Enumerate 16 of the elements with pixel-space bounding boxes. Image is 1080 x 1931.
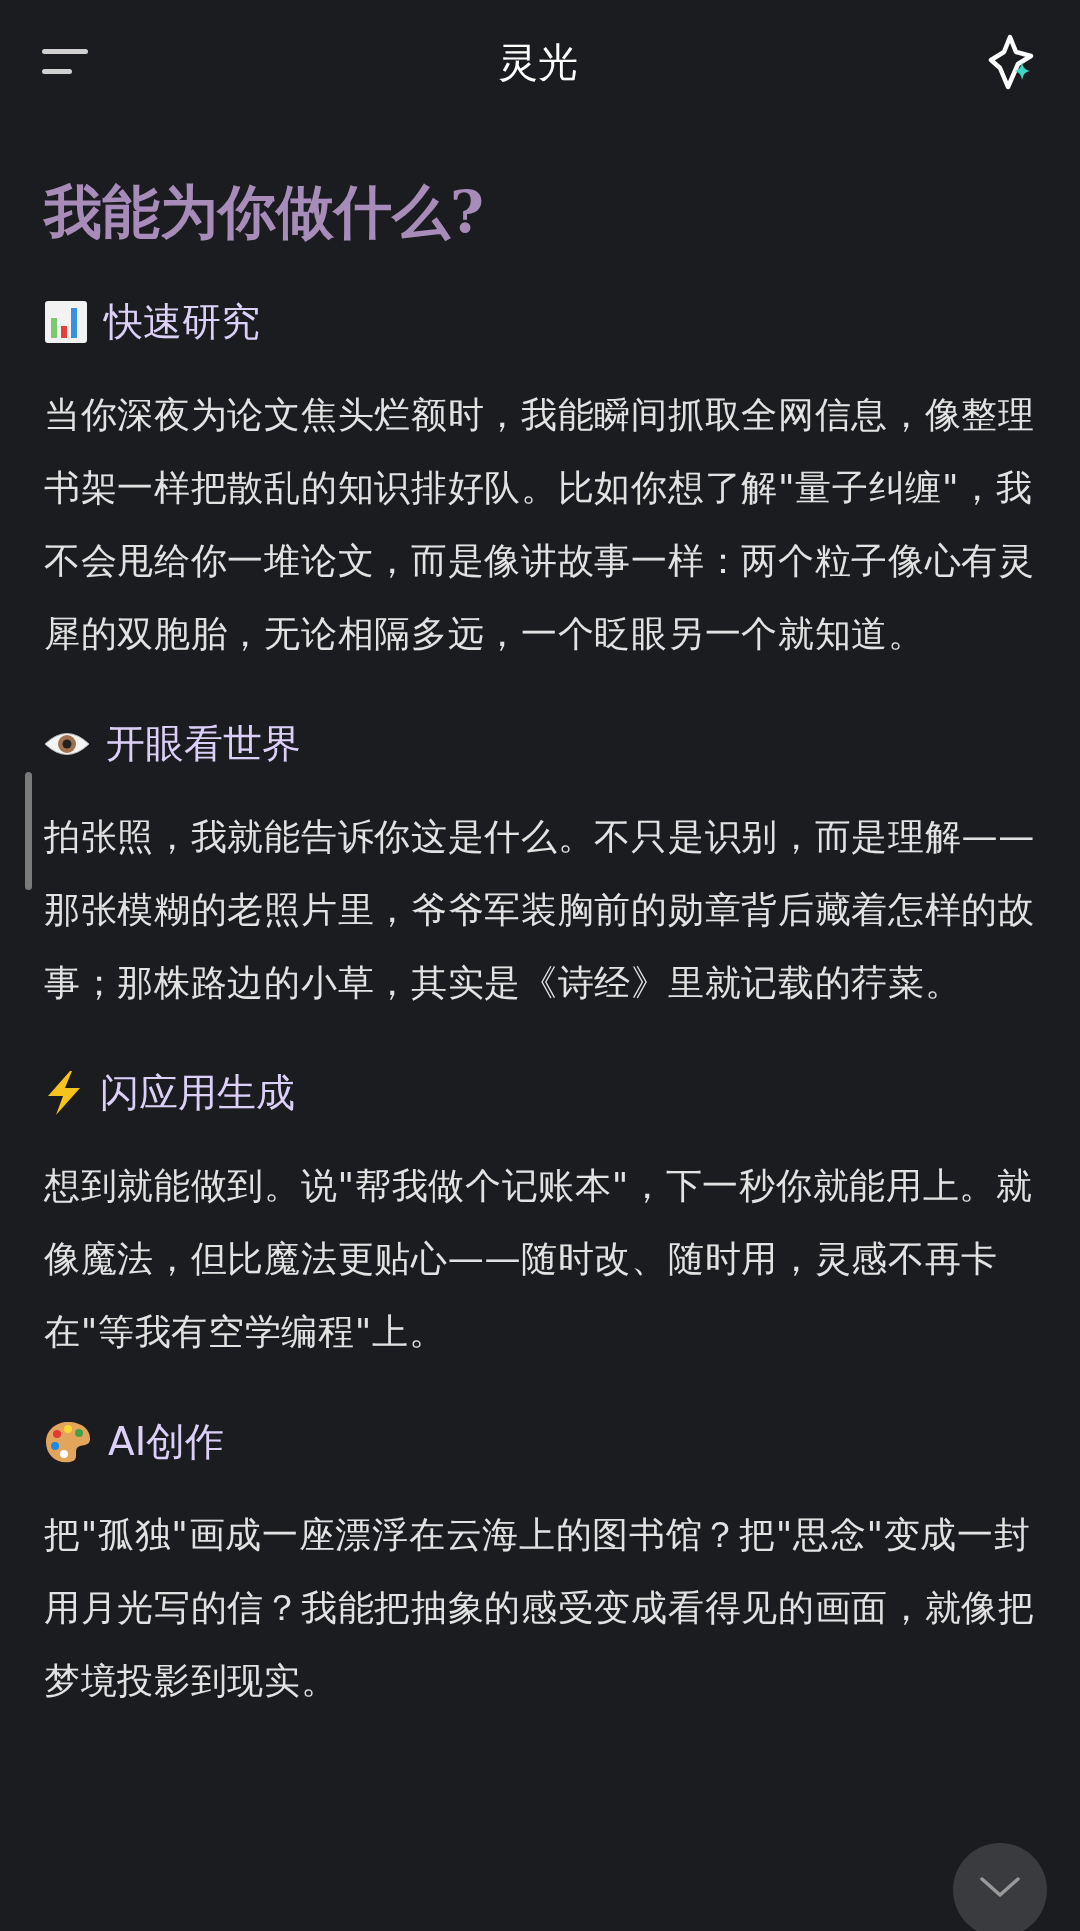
palette-icon (44, 1420, 92, 1464)
page-heading: 我能为你做什么? (44, 177, 485, 248)
app-title: 灵光 (498, 37, 578, 87)
bar-chart-icon (44, 300, 88, 344)
chevron-down-icon (980, 1877, 1020, 1897)
section-title: 快速研究 (104, 298, 260, 346)
section-title: 开眼看世界 (106, 720, 301, 768)
sparkle-star-icon[interactable] (988, 34, 1034, 90)
section-title: 闪应用生成 (100, 1069, 295, 1117)
section-text: 拍张照，我就能告诉你这是什么。不只是识别，而是理解——那张模糊的老照片里，爷爷军装胸前的勋章背后藏着怎样的故事；那株路边的小草，其实是《诗经》里就记载的荇菜。 (44, 815, 1036, 1005)
section-text: 把"孤独"画成一座漂浮在云海上的图书馆？把"思念"变成一封用月光写的信？我能把抽象的感受变成看得见的画面，就像把梦境投影到现实。 (44, 1513, 1036, 1703)
section-text: 当你深夜为论文焦头烂额时，我能瞬间抓取全网信息，像整理书架一样把散乱的知识排好队。比如你想了解"量子纠缠"，我不会甩给你一堆论文，而是像讲故事一样：两个粒子像心有灵犀的双胞胎，无论相隔多远，一个眨眼另一个就知道。 (44, 393, 1036, 656)
scrollbar[interactable] (25, 772, 32, 890)
section-text: 想到就能做到。说"帮我做个记账本"，下一秒你就能用上。就像魔法，但比魔法更贴心——随时改、随时用，灵感不再卡在"等我有空学编程"上。 (44, 1164, 1034, 1354)
menu-icon[interactable] (42, 49, 88, 75)
section-title: AI创作 (108, 1418, 225, 1466)
